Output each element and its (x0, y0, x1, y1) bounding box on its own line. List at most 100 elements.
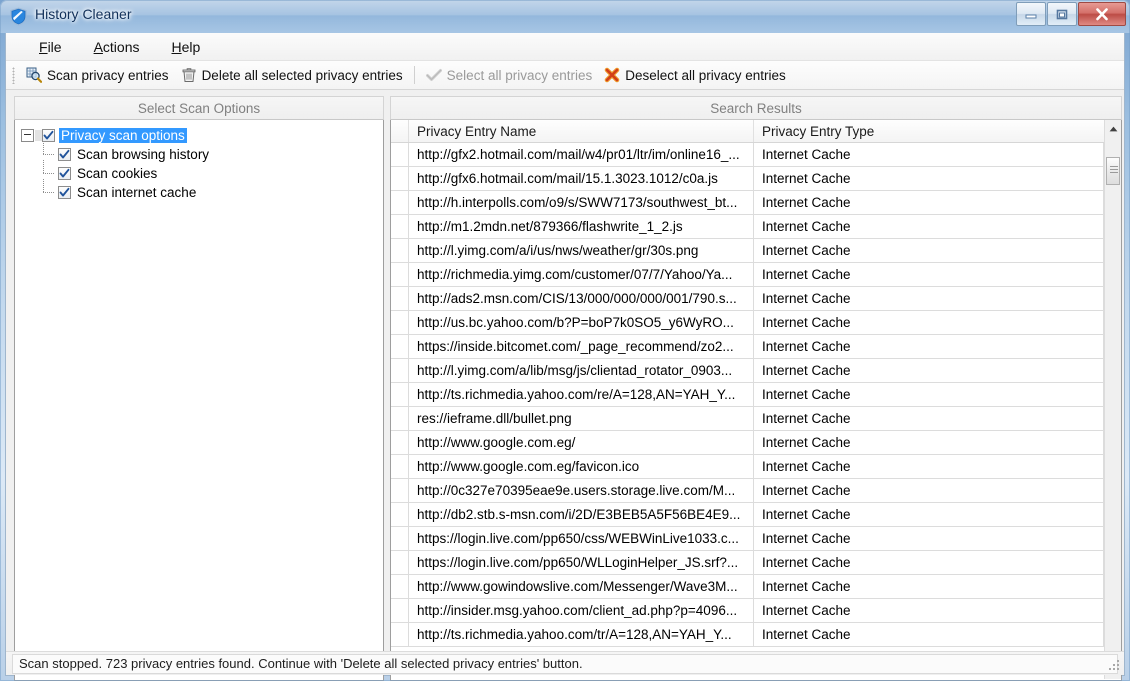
cell-privacy-entry-name: http://richmedia.yimg.com/customer/07/7/… (409, 263, 754, 286)
row-select-cell[interactable] (391, 311, 409, 334)
table-row[interactable]: http://insider.msg.yahoo.com/client_ad.p… (391, 599, 1104, 623)
collapse-icon[interactable] (21, 129, 34, 142)
row-select-cell[interactable] (391, 599, 409, 622)
cell-privacy-entry-name: http://l.yimg.com/a/lib/msg/js/clientad_… (409, 359, 754, 382)
table-row[interactable]: https://inside.bitcomet.com/_page_recomm… (391, 335, 1104, 359)
cell-privacy-entry-name: http://ts.richmedia.yahoo.com/re/A=128,A… (409, 383, 754, 406)
checkbox-scan-internet-cache[interactable] (58, 186, 71, 199)
row-select-cell[interactable] (391, 431, 409, 454)
deselect-all-privacy-entries-button[interactable]: Deselect all privacy entries (598, 64, 792, 87)
table-row[interactable]: https://login.live.com/pp650/css/WEBWinL… (391, 527, 1104, 551)
table-row[interactable]: http://ads2.msn.com/CIS/13/000/000/000/0… (391, 287, 1104, 311)
table-row[interactable]: http://richmedia.yimg.com/customer/07/7/… (391, 263, 1104, 287)
window-controls (1015, 2, 1126, 26)
menu-file[interactable]: File (28, 36, 73, 58)
table-row[interactable]: http://l.yimg.com/a/lib/msg/js/clientad_… (391, 359, 1104, 383)
row-select-cell[interactable] (391, 455, 409, 478)
cell-privacy-entry-type: Internet Cache (754, 479, 1104, 502)
row-select-cell[interactable] (391, 263, 409, 286)
tree-node-scan-cookies[interactable]: Scan cookies (21, 160, 383, 183)
delete-all-selected-button[interactable]: Delete all selected privacy entries (175, 64, 409, 87)
column-header-privacy-entry-type[interactable]: Privacy Entry Type (754, 120, 1121, 142)
table-row[interactable]: http://l.yimg.com/a/i/us/nws/weather/gr/… (391, 239, 1104, 263)
search-results-panel: Search Results Privacy Entry Name Privac… (390, 96, 1122, 681)
scan-options-tree-container[interactable]: Privacy scan options Scan browsing histo… (14, 120, 384, 681)
row-select-cell[interactable] (391, 359, 409, 382)
checkbox-scan-browsing-history[interactable] (58, 148, 71, 161)
cell-privacy-entry-name: http://0c327e70395eae9e.users.storage.li… (409, 479, 754, 502)
checkbox-scan-cookies[interactable] (58, 167, 71, 180)
column-header-privacy-entry-name[interactable]: Privacy Entry Name (409, 120, 754, 142)
scan-privacy-entries-button[interactable]: Scan privacy entries (20, 64, 175, 87)
scrollbar-thumb[interactable] (1106, 156, 1120, 185)
search-results-list[interactable]: Privacy Entry Name Privacy Entry Type ht… (390, 120, 1122, 681)
row-select-cell[interactable] (391, 143, 409, 166)
table-row[interactable]: http://us.bc.yahoo.com/b?P=boP7k0SO5_y6W… (391, 311, 1104, 335)
row-select-cell[interactable] (391, 407, 409, 430)
resize-grip[interactable] (1109, 660, 1121, 672)
row-select-cell[interactable] (391, 239, 409, 262)
menu-help[interactable]: Help (161, 36, 212, 58)
results-vertical-scrollbar[interactable] (1104, 120, 1121, 679)
row-select-cell[interactable] (391, 191, 409, 214)
row-select-cell[interactable] (391, 383, 409, 406)
scan-options-panel: Select Scan Options Privacy scan options (14, 96, 384, 681)
cell-privacy-entry-type: Internet Cache (754, 623, 1104, 646)
cell-privacy-entry-name: http://l.yimg.com/a/i/us/nws/weather/gr/… (409, 239, 754, 262)
table-row[interactable]: http://0c327e70395eae9e.users.storage.li… (391, 479, 1104, 503)
table-row[interactable]: http://www.google.com.eg/Internet Cache (391, 431, 1104, 455)
menu-actions-label: ctions (102, 38, 140, 55)
tree-label-privacy-scan-options: Privacy scan options (59, 128, 187, 143)
menu-actions[interactable]: Actions (83, 36, 151, 58)
cell-privacy-entry-type: Internet Cache (754, 359, 1104, 382)
cell-privacy-entry-type: Internet Cache (754, 191, 1104, 214)
row-select-cell[interactable] (391, 215, 409, 238)
scroll-up-arrow-icon[interactable] (1105, 120, 1121, 137)
row-select-cell[interactable] (391, 335, 409, 358)
table-row[interactable]: http://www.google.com.eg/favicon.ico Inte… (391, 455, 1104, 479)
trash-icon (181, 67, 197, 83)
table-row[interactable]: http://gfx2.hotmail.com/mail/w4/pr01/ltr… (391, 143, 1104, 167)
column-header-select[interactable] (391, 120, 409, 142)
toolbar-grip[interactable] (12, 66, 15, 84)
table-row[interactable]: http://db2.stb.s-msn.com/i/2D/E3BEB5A5F5… (391, 503, 1104, 527)
row-select-cell[interactable] (391, 623, 409, 646)
row-select-cell[interactable] (391, 503, 409, 526)
status-bar: Scan stopped. 723 privacy entries found.… (6, 651, 1124, 675)
cell-privacy-entry-type: Internet Cache (754, 167, 1104, 190)
status-message: Scan stopped. 723 privacy entries found.… (12, 653, 1118, 674)
select-all-privacy-entries-button[interactable]: Select all privacy entries (420, 64, 599, 87)
close-button[interactable] (1078, 2, 1126, 26)
row-select-cell[interactable] (391, 575, 409, 598)
minimize-button[interactable] (1016, 2, 1046, 26)
cell-privacy-entry-name: http://ads2.msn.com/CIS/13/000/000/000/0… (409, 287, 754, 310)
table-row[interactable]: http://gfx6.hotmail.com/mail/15.1.3023.1… (391, 167, 1104, 191)
row-select-cell[interactable] (391, 527, 409, 550)
table-row[interactable]: https://login.live.com/pp650/WLLoginHelp… (391, 551, 1104, 575)
table-row[interactable]: http://www.gowindowslive.com/Messenger/W… (391, 575, 1104, 599)
table-row[interactable]: res://ieframe.dll/bullet.png Internet Cac… (391, 407, 1104, 431)
tree-node-privacy-scan-options[interactable]: Privacy scan options (21, 126, 383, 145)
cell-privacy-entry-name: http://h.interpolls.com/o9/s/SWW7173/sou… (409, 191, 754, 214)
row-select-cell[interactable] (391, 479, 409, 502)
title-bar[interactable]: History Cleaner (0, 0, 1130, 33)
tree-node-scan-browsing-history[interactable]: Scan browsing history (21, 141, 383, 164)
maximize-button[interactable] (1047, 2, 1077, 26)
cell-privacy-entry-type: Internet Cache (754, 551, 1104, 574)
select-all-privacy-entries-label: Select all privacy entries (446, 67, 593, 83)
row-select-cell[interactable] (391, 167, 409, 190)
thumb-grip-icon (1110, 165, 1118, 175)
row-select-cell[interactable] (391, 287, 409, 310)
table-row[interactable]: http://ts.richmedia.yahoo.com/re/A=128,A… (391, 383, 1104, 407)
table-row[interactable]: http://m1.2mdn.net/879366/flashwrite_1_2… (391, 215, 1104, 239)
list-rows-container: http://gfx2.hotmail.com/mail/w4/pr01/ltr… (391, 143, 1104, 680)
tree-label-scan-internet-cache: Scan internet cache (77, 185, 197, 200)
scan-options-header: Select Scan Options (14, 96, 384, 120)
toolbar-separator (413, 66, 415, 84)
table-row[interactable]: http://h.interpolls.com/o9/s/SWW7173/sou… (391, 191, 1104, 215)
cell-privacy-entry-name: http://insider.msg.yahoo.com/client_ad.p… (409, 599, 754, 622)
cell-privacy-entry-type: Internet Cache (754, 215, 1104, 238)
tree-node-scan-internet-cache[interactable]: Scan internet cache (21, 179, 383, 202)
table-row[interactable]: http://ts.richmedia.yahoo.com/tr/A=128,A… (391, 623, 1104, 647)
row-select-cell[interactable] (391, 551, 409, 574)
